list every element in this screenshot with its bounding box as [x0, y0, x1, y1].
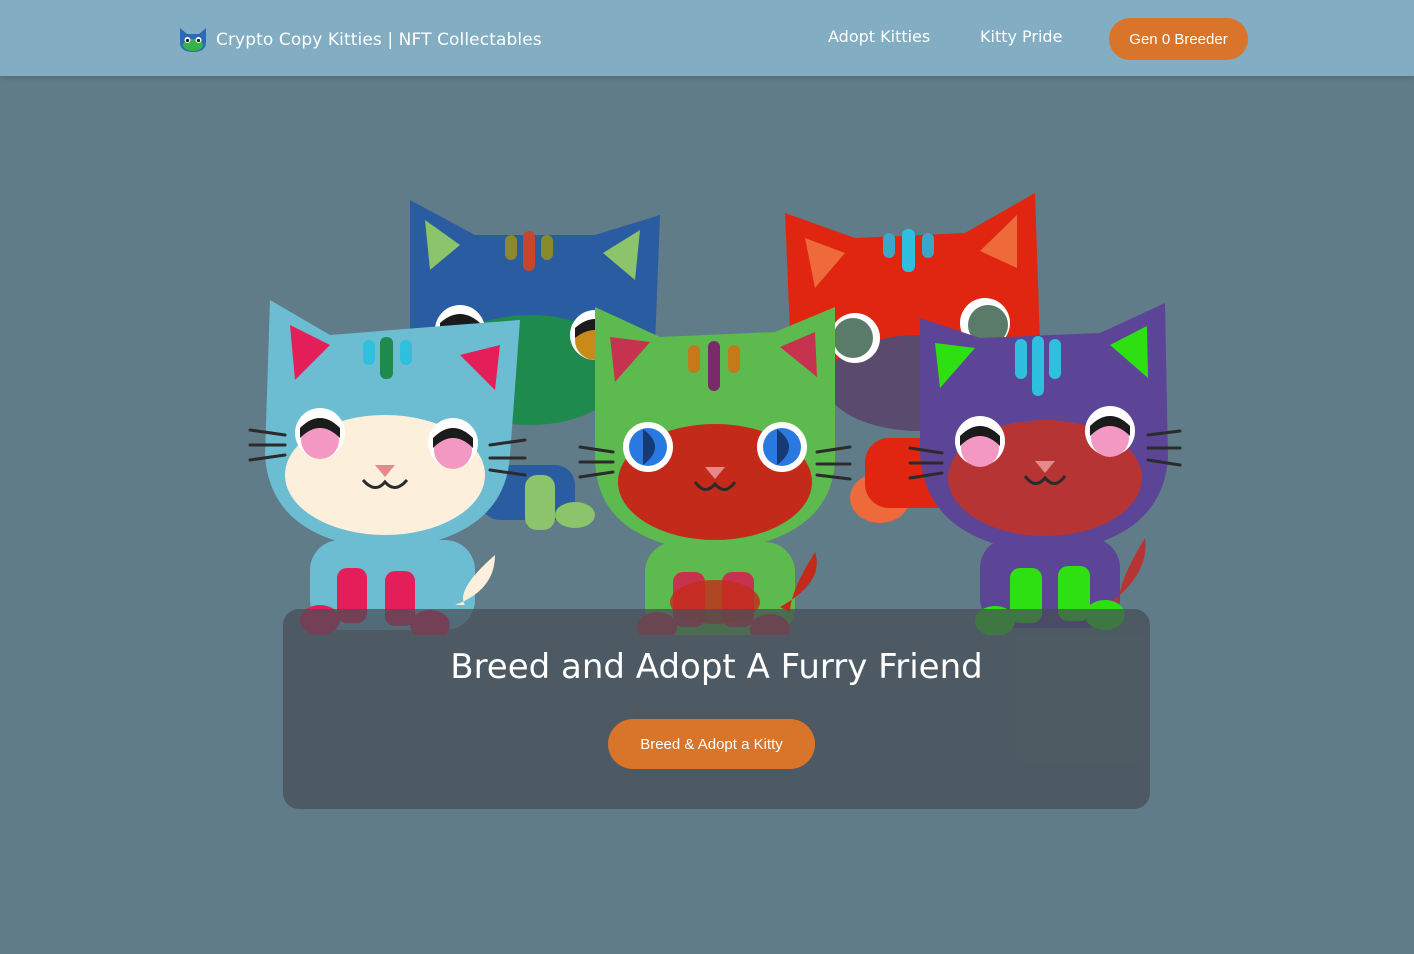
light-blue-kitty [248, 300, 527, 635]
hero-kitties-illustration [248, 193, 1182, 635]
purple-kitty [908, 303, 1182, 635]
breed-adopt-button[interactable]: Breed & Adopt a Kitty [608, 719, 815, 769]
nav-link-adopt-kitties[interactable]: Adopt Kitties [828, 27, 930, 46]
brand-title: Crypto Copy Kitties | NFT Collectables [216, 30, 542, 50]
kitty-logo-icon [180, 28, 206, 52]
hero-title: Breed and Adopt A Furry Friend [450, 647, 983, 687]
hero-panel: Breed and Adopt A Furry Friend Breed & A… [283, 609, 1150, 809]
brand-home-link[interactable]: Crypto Copy Kitties | NFT Collectables [178, 24, 542, 56]
green-kitty [578, 307, 852, 635]
gen0-breeder-button[interactable]: Gen 0 Breeder [1109, 18, 1248, 60]
nav-link-kitty-pride[interactable]: Kitty Pride [980, 27, 1062, 46]
top-navbar: Crypto Copy Kitties | NFT Collectables A… [0, 0, 1414, 76]
